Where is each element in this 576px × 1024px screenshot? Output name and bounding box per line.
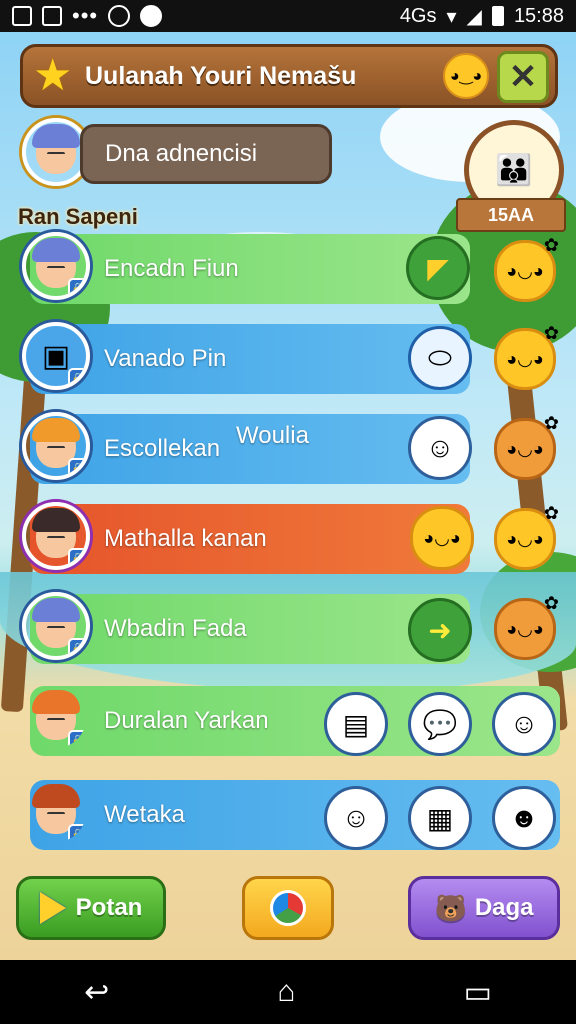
list-item[interactable]: Duralan Yarkan [30, 686, 560, 756]
play-icon [39, 892, 66, 924]
row-label: Mathalla kanan [104, 525, 267, 552]
friend-avatar-icon[interactable]: ☺ [324, 786, 388, 850]
lock-icon: 🔒 [68, 548, 86, 566]
center-button[interactable] [242, 876, 334, 940]
recents-button[interactable]: ▭ [464, 975, 492, 1010]
battery-icon [491, 6, 504, 26]
lock-icon: 🔒 [68, 730, 86, 748]
friend-avatar-icon[interactable]: ☻ [492, 786, 556, 850]
daga-button[interactable]: 🐻 Daga [408, 876, 560, 940]
network-label: 4Gs [399, 4, 437, 27]
home-button[interactable]: ⌂ [277, 975, 295, 1009]
app-icon [42, 6, 62, 26]
mascot-icon: ◕◡◕ ✿ [494, 593, 559, 660]
friend-avatar-icon[interactable]: ☺ [408, 416, 472, 480]
close-button[interactable]: ✕ [497, 51, 549, 103]
section-label: Ran Sapeni [18, 204, 138, 229]
bird-icon[interactable]: ◤ [406, 236, 470, 300]
wifi-icon: ▾ [446, 5, 457, 28]
system-nav-bar: ↩ ⌂ ▭ [0, 960, 576, 1024]
page-title: Uulanah Youri Nemašu [85, 61, 357, 90]
score-badge: 15AA [456, 198, 566, 232]
list-item[interactable]: Mathalla kanan [30, 504, 470, 574]
row-label: Encadn Fiun [104, 255, 239, 282]
title-bar: ★ Uulanah Youri Nemašu ◕‿◕ ✕ [20, 44, 558, 108]
avatar: 🔒 [22, 502, 90, 570]
mascot-icon: ◕◡◕ ✿ [494, 413, 559, 480]
avatar: 🔒 [22, 232, 90, 300]
picture-frame-icon[interactable]: ▤ [324, 692, 388, 756]
row-extra-label: Woulia [236, 422, 309, 449]
bear-icon: 🐻 [434, 892, 467, 923]
signal-icon: ◢ [466, 5, 482, 28]
arrow-icon[interactable]: ➜ [408, 598, 472, 662]
mascot-icon[interactable]: ◕◡◕ [410, 506, 474, 570]
friend-avatar-icon[interactable]: ☺ [492, 692, 556, 756]
lock-icon: 🔒 [68, 824, 86, 842]
mascot-icon: ◕◡◕ ✿ [494, 235, 559, 302]
potan-button[interactable]: Potan [16, 876, 166, 940]
messenger-icon [140, 5, 163, 27]
lock-icon: 🔒 [68, 638, 86, 656]
notification-icon [12, 6, 32, 26]
row-label: Duralan Yarkan [104, 707, 269, 734]
row-label: Wbadin Fada [104, 615, 247, 642]
status-bar: ••• 4Gs ▾ ◢ 15:88 [0, 0, 576, 32]
list-item[interactable]: Escollekan Woulia [30, 414, 470, 484]
clock: 15:88 [513, 4, 564, 27]
close-icon: ✕ [508, 58, 538, 96]
sync-icon [108, 5, 131, 27]
back-button[interactable]: ↩ [84, 975, 109, 1010]
profile-name-plate: Dna adnencisi [80, 124, 332, 184]
lock-icon: 🔒 [68, 278, 86, 296]
avatar: 🔒 [22, 684, 90, 752]
row-label: Escollekan [104, 435, 221, 462]
gift-box-icon[interactable]: ▦ [408, 786, 472, 850]
lock-icon: 🔒 [68, 458, 86, 476]
lock-icon: 🔒 [68, 368, 86, 386]
list-item[interactable]: Vanado Pin [30, 324, 470, 394]
chat-bubble-icon[interactable]: 💬 [408, 692, 472, 756]
mascot-icon: ◕◡◕ ✿ [494, 503, 559, 570]
avatar: 🔒 [22, 778, 90, 846]
star-icon: ★ [33, 51, 73, 100]
mascot-icon: ◕◡◕ ✿ [494, 323, 559, 390]
avatar: 🔒 [22, 412, 90, 480]
bottle-icon[interactable]: ⬭ [408, 326, 472, 390]
list-item[interactable]: Encadn Fiun [30, 234, 470, 304]
daga-label: Daga [474, 894, 534, 921]
ring-icon [270, 890, 306, 926]
row-label: Wetaka [104, 801, 185, 828]
potan-label: Potan [75, 894, 143, 921]
avatar: ▣ 🔒 [22, 322, 90, 390]
list-item[interactable]: Wbadin Fada [30, 594, 470, 664]
game-scene: ★ Uulanah Youri Nemašu ◕‿◕ ✕ Dna adnenci… [0, 32, 576, 960]
frame-icon: ▣ [41, 339, 71, 373]
bottom-bar: Potan 🐻 Daga [0, 876, 576, 960]
avatar: 🔒 [22, 592, 90, 660]
row-label: Vanado Pin [104, 345, 227, 372]
mascot-face-icon: ◕‿◕ [443, 53, 489, 99]
list-item[interactable]: Wetaka [30, 780, 560, 850]
more-dots-icon: ••• [72, 3, 99, 28]
